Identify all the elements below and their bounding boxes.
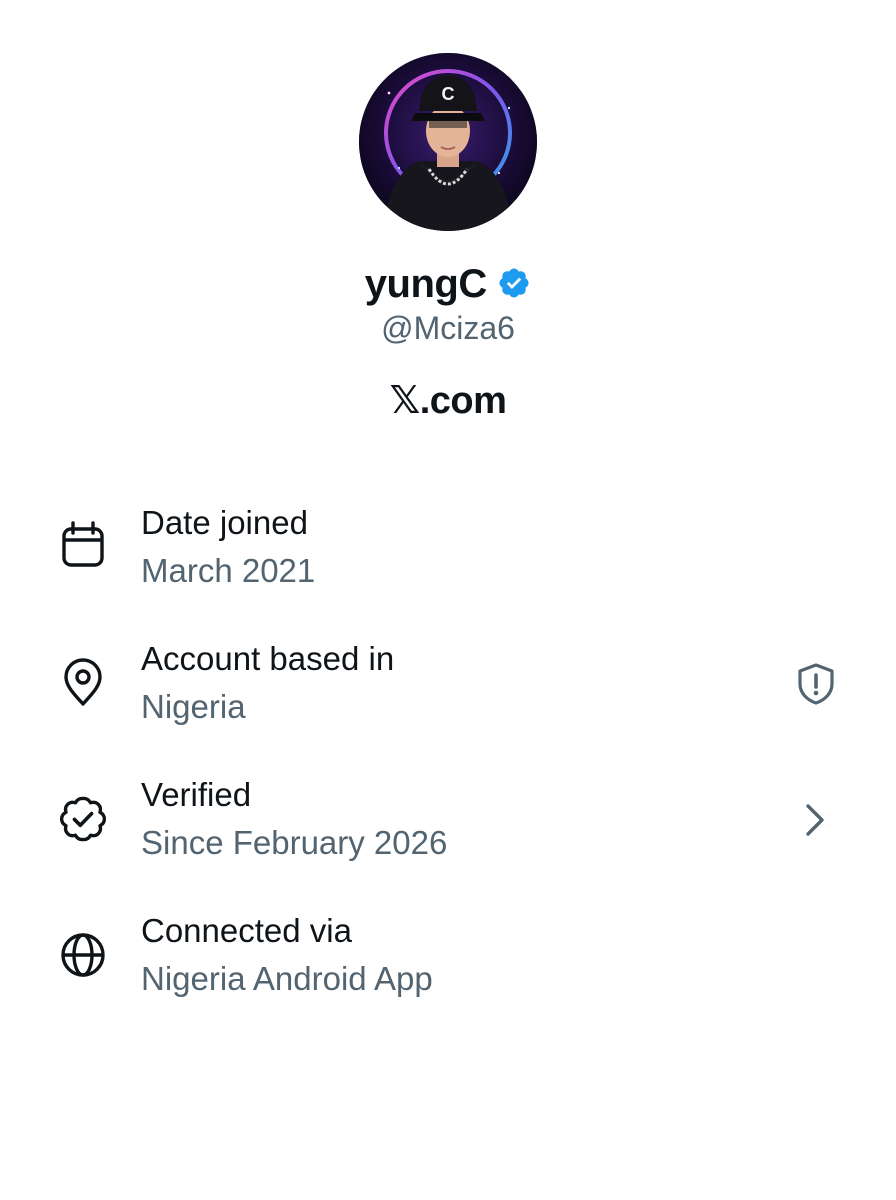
verified-badge-icon [56, 792, 110, 846]
info-value: March 2021 [141, 552, 316, 589]
chevron-right-icon[interactable] [792, 796, 840, 844]
info-title: Verified [141, 776, 252, 813]
name-row: yungC [0, 262, 896, 307]
info-title: Date joined [141, 504, 308, 541]
info-item-verified[interactable]: Verified Since February 2026 [0, 762, 896, 872]
avatar-illustration: C [359, 53, 537, 231]
info-item-account-based-in: Account based in Nigeria [0, 626, 896, 736]
info-value: Nigeria Android App [141, 960, 433, 997]
location-pin-icon [56, 656, 110, 710]
profile-handle: @Mciza6 [381, 310, 515, 346]
display-name: yungC [364, 262, 487, 306]
site-label: 𝕏.com [389, 380, 507, 422]
info-item-connected-via: Connected via Nigeria Android App [0, 898, 896, 1008]
info-title: Connected via [141, 912, 352, 949]
verified-check-icon[interactable] [497, 266, 531, 300]
info-value: Since February 2026 [141, 824, 448, 861]
info-value: Nigeria [141, 688, 246, 725]
avatar-cap-letter: C [442, 84, 455, 104]
globe-icon [56, 928, 110, 982]
shield-alert-icon[interactable] [792, 660, 840, 708]
calendar-icon [56, 518, 110, 572]
info-item-date-joined: Date joined March 2021 [0, 490, 896, 600]
info-title: Account based in [141, 640, 395, 677]
profile-avatar[interactable]: C [359, 53, 537, 231]
